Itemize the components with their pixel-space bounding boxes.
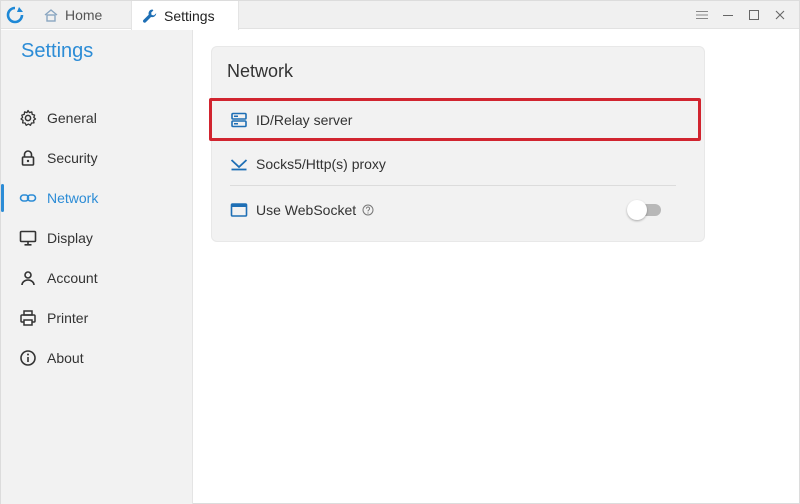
info-icon: [19, 349, 37, 367]
monitor-icon: [19, 229, 37, 247]
id-relay-server-label: ID/Relay server: [256, 111, 353, 128]
close-icon[interactable]: [767, 1, 793, 29]
websocket-label: Use WebSocket: [256, 202, 357, 218]
help-icon[interactable]: [362, 204, 374, 216]
app-logo-icon: [6, 6, 24, 24]
proxy-icon: [230, 155, 248, 173]
network-title: Network: [227, 61, 294, 81]
sidebar-item-network[interactable]: Network: [1, 180, 192, 216]
tab-home[interactable]: Home: [33, 1, 129, 29]
id-relay-server-row[interactable]: ID/Relay server: [209, 98, 701, 141]
window-icon: [230, 201, 248, 219]
sidebar-item-about[interactable]: About: [1, 340, 192, 376]
sidebar-item-label: Account: [47, 270, 98, 286]
person-icon: [19, 269, 37, 287]
sidebar: Settings General Security Network Displa…: [1, 30, 193, 504]
printer-icon: [19, 309, 37, 327]
app-window: Home Settings Settings General Security …: [0, 0, 800, 504]
sidebar-item-display[interactable]: Display: [1, 220, 192, 256]
lock-icon: [19, 149, 37, 167]
tab-home-label: Home: [65, 7, 103, 23]
sidebar-item-label: Security: [47, 150, 98, 166]
tab-settings[interactable]: Settings: [131, 1, 239, 30]
window-controls: [689, 1, 793, 29]
gear-icon: [19, 109, 37, 127]
link-icon: [19, 189, 37, 207]
divider: [230, 185, 676, 186]
network-card: Network ID/Relay server Socks5/Http(s) p…: [209, 46, 705, 242]
sidebar-item-label: Display: [47, 230, 93, 246]
sidebar-item-security[interactable]: Security: [1, 140, 192, 176]
home-icon: [43, 7, 59, 23]
sidebar-item-label: General: [47, 110, 97, 126]
tab-settings-label: Settings: [164, 7, 215, 24]
maximize-icon[interactable]: [741, 1, 767, 29]
sidebar-title: Settings: [21, 40, 94, 62]
socks-proxy-row[interactable]: Socks5/Http(s) proxy: [230, 144, 676, 184]
menu-icon[interactable]: [689, 1, 715, 29]
sidebar-item-account[interactable]: Account: [1, 260, 192, 296]
sidebar-item-label: Network: [47, 190, 99, 206]
server-icon: [230, 111, 248, 129]
sidebar-item-printer[interactable]: Printer: [1, 300, 192, 336]
socks-proxy-label: Socks5/Http(s) proxy: [256, 156, 386, 172]
sidebar-item-label: Printer: [47, 310, 89, 326]
title-bar: Home Settings: [1, 1, 799, 30]
sidebar-item-general[interactable]: General: [1, 100, 192, 136]
sidebar-item-label: About: [47, 350, 84, 366]
minimize-icon[interactable]: [715, 1, 741, 29]
websocket-toggle[interactable]: [627, 200, 663, 220]
websocket-row[interactable]: Use WebSocket: [230, 190, 676, 230]
wrench-icon: [142, 8, 158, 24]
toggle-knob: [627, 200, 647, 220]
